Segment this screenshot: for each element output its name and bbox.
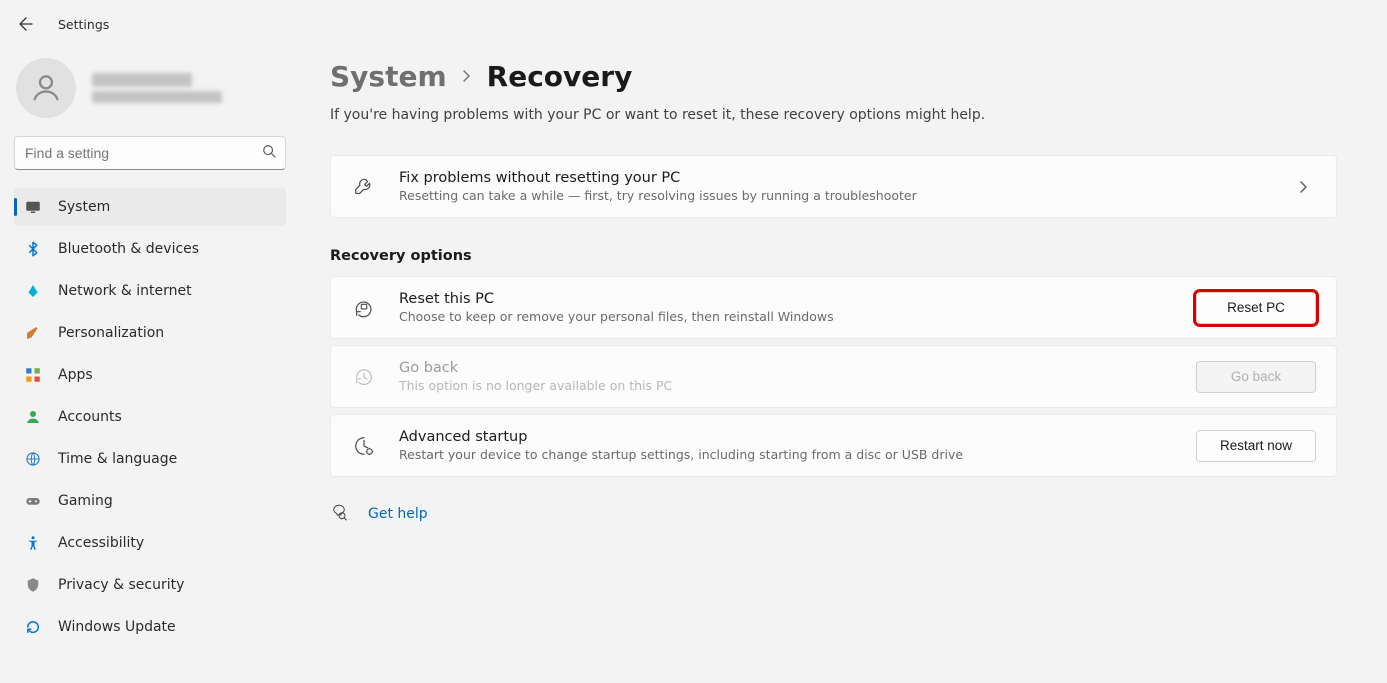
access-icon [24,534,42,552]
sidebar-item-label: Bluetooth & devices [58,241,199,257]
chevron-right-icon [461,66,473,87]
sidebar-item-update[interactable]: Windows Update [14,608,286,646]
nav-list: System Bluetooth & devices Network & inter… [14,188,286,646]
user-block[interactable] [14,54,286,136]
search-field[interactable] [14,136,286,170]
get-help-link[interactable]: Get help [368,506,428,522]
titlebar: Settings [0,0,1387,48]
sidebar-item-time[interactable]: Time & language [14,440,286,478]
reset-pc-button[interactable]: Reset PC [1196,292,1316,324]
card-title: Reset this PC [399,291,1174,307]
sidebar-item-privacy[interactable]: Privacy & security [14,566,286,604]
card-desc: This option is no longer available on th… [399,378,1174,393]
card-reset-pc: Reset this PC Choose to keep or remove y… [330,276,1337,339]
search-input[interactable] [14,136,286,170]
advanced-startup-icon [351,433,377,459]
user-name-blurred [92,73,222,103]
card-advanced-startup: Advanced startup Restart your device to … [330,414,1337,477]
card-title: Advanced startup [399,429,1174,445]
card-title: Fix problems without resetting your PC [399,170,1270,186]
restart-now-button[interactable]: Restart now [1196,430,1316,462]
sidebar-item-accessibility[interactable]: Accessibility [14,524,286,562]
wifi-icon [24,282,42,300]
breadcrumb: System Recovery [330,60,1337,93]
sidebar-item-label: System [58,199,110,215]
sidebar-item-apps[interactable]: Apps [14,356,286,394]
breadcrumb-parent[interactable]: System [330,60,447,93]
sidebar-item-bluetooth[interactable]: Bluetooth & devices [14,230,286,268]
bluetooth-icon [24,240,42,258]
arrow-left-icon [18,16,34,32]
sidebar-item-label: Personalization [58,325,164,341]
sidebar-item-label: Accounts [58,409,122,425]
card-fix-problems[interactable]: Fix problems without resetting your PC R… [330,155,1337,218]
help-icon [330,503,348,525]
sidebar-item-label: Gaming [58,493,113,509]
globe-icon [24,450,42,468]
apps-icon [24,366,42,384]
card-desc: Choose to keep or remove your personal f… [399,309,1174,324]
update-icon [24,618,42,636]
back-button[interactable] [16,14,36,34]
search-icon [262,144,276,162]
wrench-icon [351,174,377,200]
sidebar-item-gaming[interactable]: Gaming [14,482,286,520]
sidebar-item-label: Accessibility [58,535,144,551]
sidebar-item-label: Network & internet [58,283,192,299]
sidebar-item-personalization[interactable]: Personalization [14,314,286,352]
sidebar: System Bluetooth & devices Network & inter… [0,48,300,683]
breadcrumb-current: Recovery [487,60,633,93]
sidebar-item-accounts[interactable]: Accounts [14,398,286,436]
display-icon [24,198,42,216]
reset-icon [351,295,377,321]
sidebar-item-label: Privacy & security [58,577,184,593]
card-title: Go back [399,360,1174,376]
shield-icon [24,576,42,594]
page-subtitle: If you're having problems with your PC o… [330,107,1337,123]
account-icon [24,408,42,426]
person-icon [29,71,63,105]
main-content: System Recovery If you're having problem… [300,48,1387,683]
history-icon [351,364,377,390]
sidebar-item-label: Apps [58,367,93,383]
sidebar-item-network[interactable]: Network & internet [14,272,286,310]
sidebar-item-label: Windows Update [58,619,176,635]
help-row: Get help [330,503,1337,525]
sidebar-item-system[interactable]: System [14,188,286,226]
card-desc: Resetting can take a while — first, try … [399,188,1270,203]
go-back-button: Go back [1196,361,1316,393]
sidebar-item-label: Time & language [58,451,177,467]
card-desc: Restart your device to change startup se… [399,447,1174,462]
chevron-right-icon [1292,175,1316,199]
card-go-back: Go back This option is no longer availab… [330,345,1337,408]
section-header-recovery: Recovery options [330,248,1337,264]
gaming-icon [24,492,42,510]
window-title: Settings [58,17,109,32]
avatar [16,58,76,118]
brush-icon [24,324,42,342]
